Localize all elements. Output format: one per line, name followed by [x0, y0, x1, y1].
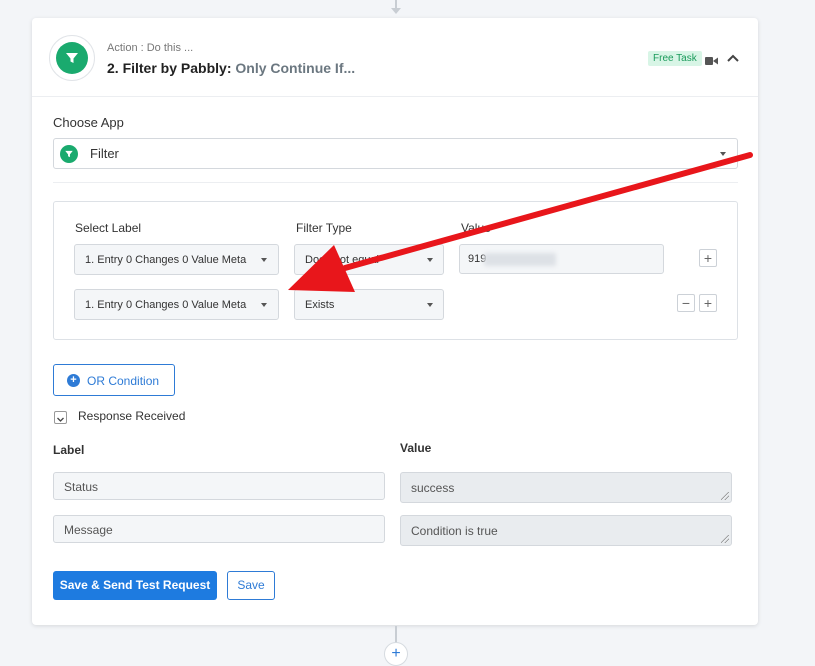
caret-down-icon — [427, 303, 433, 307]
choose-app-label: Choose App — [53, 115, 124, 130]
save-button[interactable]: Save — [227, 571, 275, 600]
step-kind-label: Action : Do this ... — [107, 42, 194, 54]
caret-down-icon — [261, 303, 267, 307]
response-value-text: Condition is true — [411, 524, 498, 538]
select-label-dropdown[interactable]: 1. Entry 0 Changes 0 Value Meta — [74, 244, 279, 275]
section-divider — [53, 182, 738, 183]
select-label-dropdown[interactable]: 1. Entry 0 Changes 0 Value Meta — [74, 289, 279, 320]
response-label-header: Label — [53, 443, 85, 457]
resize-handle-icon[interactable] — [721, 535, 729, 543]
app-logo-ring — [49, 35, 95, 81]
chevron-down-icon — [57, 417, 64, 422]
filter-type-dropdown[interactable]: Exists — [294, 289, 444, 320]
caret-down-icon — [720, 152, 726, 156]
video-camera-icon[interactable] — [705, 53, 718, 71]
caret-down-icon — [261, 258, 267, 262]
plus-circle-icon: + — [67, 374, 80, 387]
filter-type-dropdown[interactable]: Does not equal — [294, 244, 444, 275]
add-condition-button[interactable]: + — [699, 294, 717, 312]
or-condition-button[interactable]: + OR Condition — [53, 364, 175, 396]
redacted-value — [484, 253, 556, 266]
free-task-badge: Free Task — [648, 51, 702, 66]
filter-type-value: Exists — [305, 299, 335, 311]
response-label-field: Status — [53, 472, 385, 500]
response-label-text: Status — [64, 480, 99, 494]
filter-type-value: Does not equal — [305, 254, 379, 266]
save-send-test-button[interactable]: Save & Send Test Request — [53, 571, 217, 600]
select-label-value: 1. Entry 0 Changes 0 Value Meta — [85, 299, 247, 311]
action-step-card: Action : Do this ... 2. Filter by Pabbly… — [32, 18, 758, 625]
caret-down-icon — [427, 258, 433, 262]
response-label-field: Message — [53, 515, 385, 543]
step-title-app: 2. Filter by Pabbly: — [107, 60, 232, 76]
choose-app-select[interactable]: Filter — [53, 138, 738, 169]
select-label-value: 1. Entry 0 Changes 0 Value Meta — [85, 254, 247, 266]
value-header: Value — [461, 221, 491, 235]
filter-funnel-icon — [56, 42, 88, 74]
filter-type-header: Filter Type — [296, 221, 352, 235]
filter-conditions-box: Select Label Filter Type Value 1. Entry … — [53, 201, 738, 340]
add-condition-button[interactable]: + — [699, 249, 717, 267]
select-label-header: Select Label — [75, 221, 142, 235]
step-title: 2. Filter by Pabbly: Only Continue If... — [107, 60, 355, 76]
step-title-action: Only Continue If... — [235, 60, 356, 76]
remove-condition-button[interactable]: − — [677, 294, 695, 312]
flow-arrow-down-icon — [391, 8, 401, 14]
response-received-label: Response Received — [78, 409, 186, 423]
filter-funnel-icon — [60, 145, 78, 163]
step-header[interactable]: Action : Do this ... 2. Filter by Pabbly… — [32, 18, 758, 97]
or-condition-label: OR Condition — [87, 374, 160, 388]
response-value-field[interactable]: Condition is true — [400, 515, 732, 546]
response-toggle[interactable] — [54, 411, 67, 424]
response-label-text: Message — [64, 523, 113, 537]
add-step-icon[interactable]: + — [384, 642, 408, 666]
response-value-field[interactable]: success — [400, 472, 732, 503]
chevron-up-icon[interactable] — [726, 51, 740, 69]
value-input[interactable]: 919 — [459, 244, 664, 274]
resize-handle-icon[interactable] — [721, 492, 729, 500]
choose-app-value: Filter — [90, 146, 119, 161]
response-value-text: success — [411, 481, 455, 495]
response-value-header: Value — [400, 441, 432, 455]
